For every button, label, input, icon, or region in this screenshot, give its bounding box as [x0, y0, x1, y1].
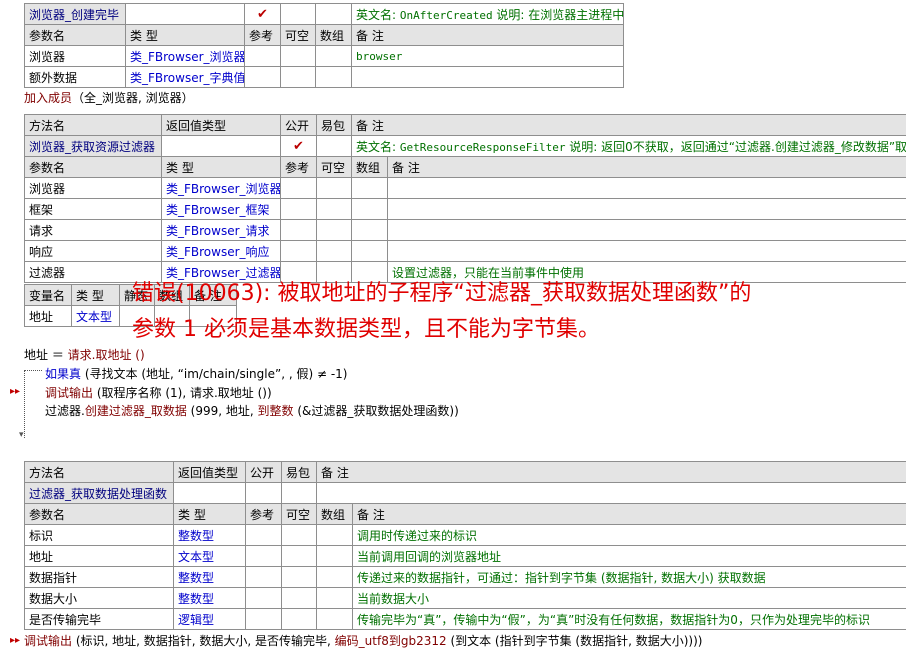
method1-english-note: 英文名: GetResourceResponseFilter 说明: 返回0不获… — [351, 135, 906, 157]
code-line-bottom[interactable]: 调试输出 (标识, 地址, 数据指针, 数据大小, 是否传输完毕, 编码_utf… — [24, 632, 702, 649]
flow-line — [24, 370, 25, 438]
method1-param-row[interactable]: 响应 类_FBrowser_响应 — [24, 240, 906, 262]
event-table: 浏览器_创建完毕 ✔ 英文名: OnAfterCreated 说明: 在浏览器主… — [24, 3, 624, 88]
event-param-header: 参数名类 型参考 可空 数组备 注 — [24, 24, 624, 46]
method2-param-table: 参数名类 型参考 可空 数组备 注 标识 整数型 调用时传递过来的标识 地址 文本型 当前调… — [24, 503, 906, 630]
method1-param-row[interactable]: 浏览器 类_FBrowser_浏览器 — [24, 177, 906, 199]
error-message-line2: 参数 1 必须是基本数据类型，且不能为字节集。 — [132, 317, 600, 342]
method2-param-header: 参数名类 型参考 可空 数组备 注 — [24, 503, 906, 525]
event-param-row[interactable]: 浏览器 类_FBrowser_浏览器 browser — [24, 45, 624, 67]
event-param-row[interactable]: 额外数据 类_FBrowser_字典值 — [24, 66, 624, 88]
code-line-1[interactable]: 地址 ＝ 请求.取地址 () — [24, 346, 145, 363]
method2-name[interactable]: 过滤器_获取数据处理函数 — [24, 482, 174, 504]
flow-line-top — [24, 370, 42, 371]
code-line-3[interactable]: 调试输出 (取程序名称 (1), 请求.取地址 ()) — [45, 384, 272, 401]
add-member-line[interactable]: 加入成员（全_浏览器, 浏览器） — [24, 89, 194, 106]
method1-name[interactable]: 浏览器_获取资源过滤器 — [24, 135, 162, 157]
event-name[interactable]: 浏览器_创建完毕 — [24, 3, 126, 25]
method1-header: 方法名 返回值类型 公开 易包备 注 — [24, 114, 906, 136]
event-english-note: 英文名: OnAfterCreated 说明: 在浏览器主进程中调用 — [351, 3, 624, 25]
method2-param-row[interactable]: 地址 文本型 当前调用回调的浏览器地址 — [24, 545, 906, 567]
method1-table: 方法名 返回值类型 公开 易包备 注 浏览器_获取资源过滤器 ✔ 英文名: GetRe… — [24, 114, 906, 157]
breakpoint-arrow-icon[interactable]: ▸▸ — [10, 386, 20, 397]
breakpoint-arrow-icon[interactable]: ▸▸ — [10, 635, 20, 646]
method1-param-header: 参数名类 型参考 可空 数组备 注 — [24, 156, 906, 178]
method2-param-row[interactable]: 数据大小 整数型 当前数据大小 — [24, 587, 906, 609]
method2-param-row[interactable]: 数据指针 整数型 传递过来的数据指针，可通过：指针到字节集 (数据指针, 数据大小)… — [24, 566, 906, 588]
method1-param-row[interactable]: 框架 类_FBrowser_框架 — [24, 198, 906, 220]
flow-end-arrow-icon: ▾ — [19, 430, 24, 440]
method2-param-row[interactable]: 标识 整数型 调用时传递过来的标识 — [24, 524, 906, 546]
code-line-2[interactable]: 如果真 (寻找文本 (地址, “im/chain/single”, , 假) ≠… — [45, 365, 347, 382]
method2-table: 方法名 返回值类型 公开 易包备 注 过滤器_获取数据处理函数 — [24, 461, 906, 504]
method1-param-table: 参数名类 型参考 可空 数组备 注 浏览器 类_FBrowser_浏览器 框架 类_FB… — [24, 156, 906, 283]
error-message-line1: 错误(10063): 被取地址的子程序“过滤器_获取数据处理函数”的 — [132, 281, 752, 306]
method2-param-row[interactable]: 是否传输完毕 逻辑型 传输完毕为“真”，传输中为“假”，为“真”时没有任何数据，数据… — [24, 608, 906, 630]
method1-param-row[interactable]: 请求 类_FBrowser_请求 — [24, 219, 906, 241]
public-check-icon[interactable]: ✔ — [280, 135, 317, 157]
method2-header: 方法名 返回值类型 公开 易包备 注 — [24, 461, 906, 483]
code-line-4[interactable]: 过滤器.创建过滤器_取数据 (999, 地址, 到整数 (&过滤器_获取数据处理… — [45, 402, 459, 419]
public-check-icon[interactable]: ✔ — [244, 3, 281, 25]
